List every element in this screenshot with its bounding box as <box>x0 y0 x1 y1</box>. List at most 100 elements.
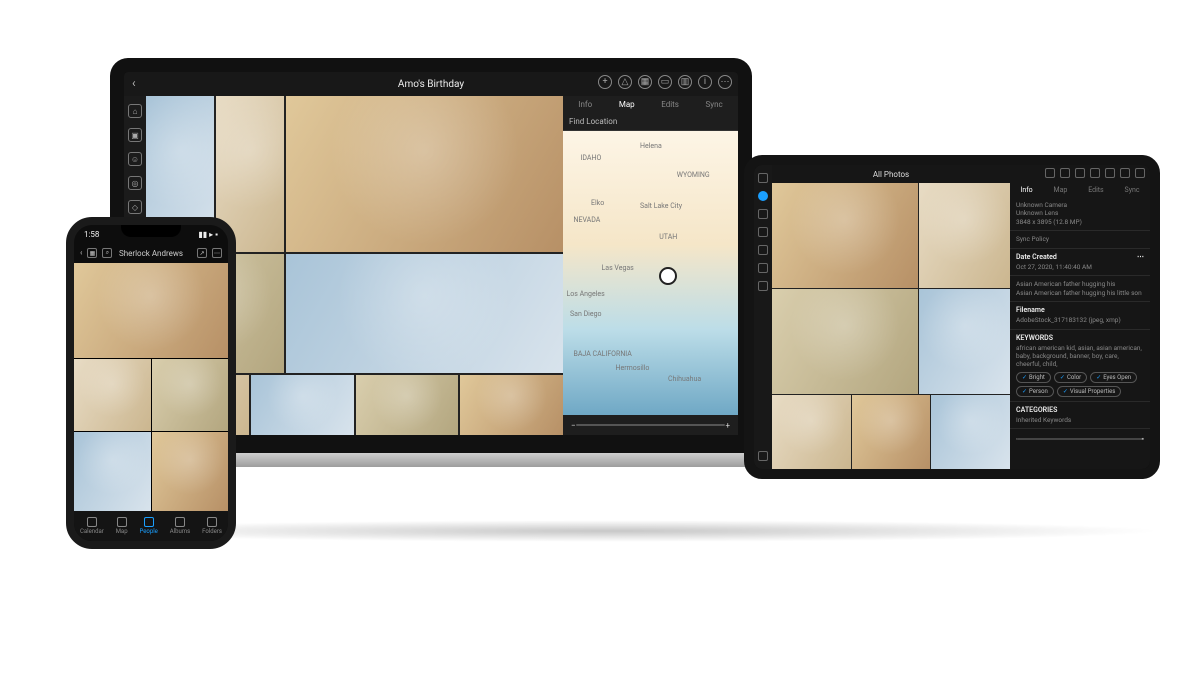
tab-edits[interactable]: Edits <box>1088 186 1103 194</box>
map-label: Los Angeles <box>567 290 605 298</box>
tab-map[interactable]: Map <box>1053 186 1067 194</box>
tab-info[interactable]: Info <box>1020 186 1032 194</box>
map-label: Salt Lake City <box>640 202 682 210</box>
filter-icon[interactable] <box>758 451 768 461</box>
photo-thumb[interactable] <box>152 432 229 511</box>
map-label: San Diego <box>570 310 602 318</box>
laptop-toolbar: + △ ▦ ▭ ▥ i ⋯ <box>598 75 732 89</box>
person-title: Sherlock Andrews <box>119 249 183 258</box>
photo-thumb[interactable] <box>251 375 354 435</box>
map-label: NEVADA <box>574 216 601 224</box>
back-icon[interactable]: ‹ <box>132 76 136 90</box>
photo-thumb[interactable] <box>74 432 151 511</box>
chip-person[interactable]: Person <box>1016 386 1054 397</box>
chip-color[interactable]: Color <box>1054 372 1087 383</box>
more-icon[interactable]: ⋯ <box>1137 253 1144 261</box>
map-label: BAJA CALIFORNIA <box>574 350 632 358</box>
tablet-title: All Photos <box>772 165 1010 183</box>
tab-edits[interactable]: Edits <box>661 100 679 109</box>
home-icon[interactable] <box>758 191 768 201</box>
photo-thumb[interactable] <box>286 254 563 374</box>
tab-sync[interactable]: Sync <box>1125 186 1140 194</box>
tab-people[interactable]: People <box>139 517 157 535</box>
home-icon[interactable]: ⌂ <box>128 104 142 118</box>
tag-icon[interactable] <box>758 263 768 273</box>
phone-device: 1:58 ▮▮ ▸ ▪ ‹ ▦ ⌕ Sherlock Andrews ↗ ⋯ C… <box>66 217 236 549</box>
album-title: Amo's Birthday <box>398 79 464 90</box>
zoom-out-icon[interactable]: − <box>571 421 576 430</box>
tab-map[interactable]: Map <box>619 100 635 109</box>
search-icon[interactable]: ⌕ <box>102 248 112 258</box>
photo-thumb[interactable] <box>919 289 1010 394</box>
people-icon[interactable]: ☺ <box>128 152 142 166</box>
compare-icon[interactable] <box>1090 168 1100 178</box>
bell-icon[interactable] <box>1060 168 1070 178</box>
zoom-in-icon[interactable]: + <box>725 421 730 430</box>
photo-thumb[interactable] <box>286 96 563 252</box>
map-canvas[interactable]: Helena IDAHO WYOMING NEVADA Salt Lake Ci… <box>563 131 738 415</box>
tablet-sidebar <box>754 165 772 469</box>
photo-thumb[interactable] <box>460 375 563 435</box>
photo-thumb[interactable] <box>772 183 918 288</box>
phone-statusbar: 1:58 ▮▮ ▸ ▪ <box>74 225 228 243</box>
map-zoom-slider[interactable]: − + <box>563 415 738 435</box>
tab-albums[interactable]: Albums <box>170 517 190 535</box>
grid-icon[interactable]: ▦ <box>638 75 652 89</box>
date-value: Oct 27, 2020, 11:40:40 AM <box>1016 263 1144 271</box>
add-icon[interactable]: + <box>598 75 612 89</box>
map-label: Chihuahua <box>668 375 701 383</box>
photo-thumb[interactable] <box>74 359 151 430</box>
find-location-field[interactable]: Find Location <box>563 113 738 131</box>
info-icon[interactable]: i <box>698 75 712 89</box>
search-icon[interactable] <box>758 173 768 183</box>
more-icon[interactable]: ⋯ <box>212 248 222 258</box>
share-icon[interactable]: ↗ <box>197 248 207 258</box>
tab-map[interactable]: Map <box>116 517 128 535</box>
sync-label: Sync Policy <box>1016 235 1144 243</box>
tab-sync[interactable]: Sync <box>706 100 723 109</box>
add-icon[interactable] <box>1045 168 1055 178</box>
photo-thumb[interactable] <box>919 183 1010 288</box>
grid-icon[interactable]: ▦ <box>87 248 97 258</box>
map-pin[interactable] <box>659 267 677 285</box>
more-icon[interactable] <box>1135 168 1145 178</box>
albums-icon[interactable] <box>758 209 768 219</box>
chip-visual-properties[interactable]: Visual Properties <box>1057 386 1122 397</box>
places-icon[interactable]: ◎ <box>128 176 142 190</box>
filename-section: Filename AdobeStock_317183132 (jpeg, xmp… <box>1010 302 1150 329</box>
tag-icon[interactable]: ◇ <box>128 200 142 214</box>
desc-line: Asian American father hugging his little… <box>1016 289 1144 297</box>
photo-thumb[interactable] <box>852 395 931 469</box>
filmstrip-icon[interactable]: ▥ <box>678 75 692 89</box>
photo-thumb[interactable] <box>152 359 229 430</box>
compare-icon[interactable]: ▭ <box>658 75 672 89</box>
chip-eyes-open[interactable]: Eyes Open <box>1090 372 1137 383</box>
places-icon[interactable] <box>758 245 768 255</box>
large-icon: ▪ <box>1142 435 1144 443</box>
albums-icon[interactable]: ▣ <box>128 128 142 142</box>
photo-thumb[interactable] <box>931 395 1010 469</box>
back-icon[interactable]: ‹ <box>80 248 82 258</box>
map-label: Las Vegas <box>602 264 634 272</box>
filmstrip-icon[interactable] <box>1105 168 1115 178</box>
filename-heading: Filename <box>1016 306 1144 314</box>
map-label: IDAHO <box>581 154 602 162</box>
chip-bright[interactable]: Bright <box>1016 372 1051 383</box>
tablet-device: All Photos Info Map Edits <box>744 155 1160 479</box>
map-label: Hermosillo <box>616 364 650 372</box>
more-icon[interactable]: ⋯ <box>718 75 732 89</box>
photo-thumb[interactable] <box>772 289 918 394</box>
photo-thumb[interactable] <box>356 375 459 435</box>
grid-icon[interactable] <box>1075 168 1085 178</box>
people-icon[interactable] <box>758 227 768 237</box>
photo-thumb[interactable] <box>772 395 851 469</box>
tab-info[interactable]: Info <box>578 100 592 109</box>
tab-calendar[interactable]: Calendar <box>80 517 104 535</box>
trash-icon[interactable] <box>758 281 768 291</box>
info-icon[interactable] <box>1120 168 1130 178</box>
thumb-size-slider[interactable]: ▫ ▪ <box>1010 429 1150 449</box>
photo-thumb[interactable] <box>74 263 228 358</box>
bell-icon[interactable]: △ <box>618 75 632 89</box>
filename-value: AdobeStock_317183132 (jpeg, xmp) <box>1016 316 1144 324</box>
tab-folders[interactable]: Folders <box>202 517 222 535</box>
